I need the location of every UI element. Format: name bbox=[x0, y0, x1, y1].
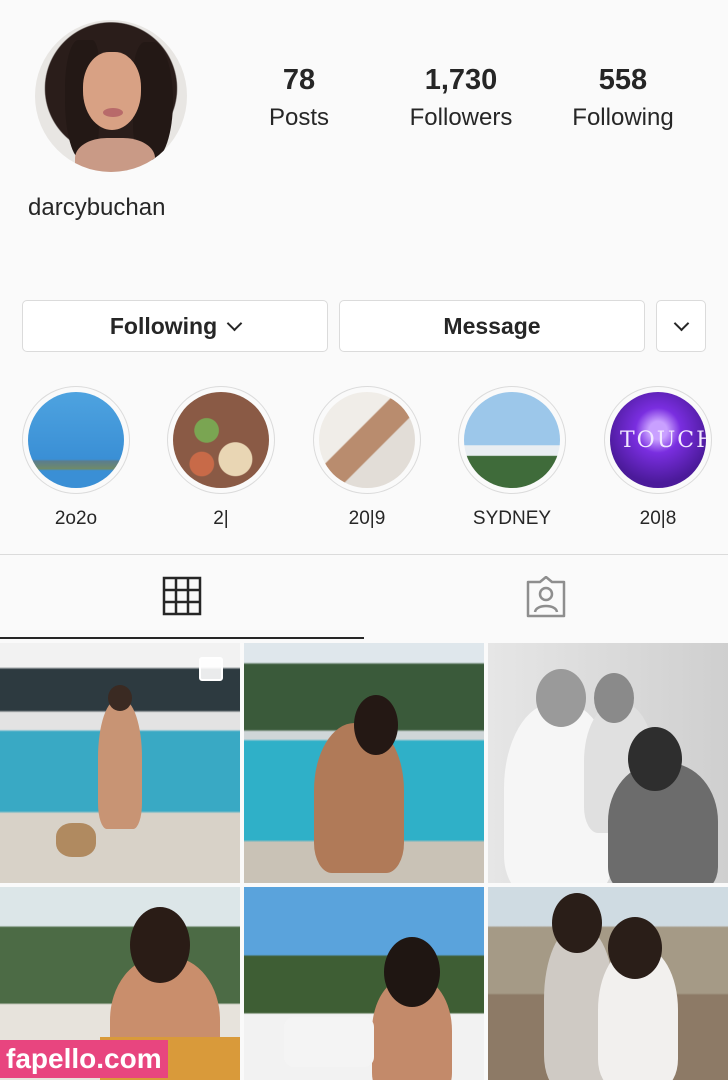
highlight-label: 2| bbox=[213, 508, 229, 529]
following-stat[interactable]: 558 Following bbox=[553, 62, 693, 138]
followers-stat[interactable]: 1,730 Followers bbox=[391, 62, 531, 138]
message-button[interactable]: Message bbox=[339, 300, 645, 352]
profile-username: darcybuchan bbox=[28, 194, 166, 221]
post-thumbnail[interactable] bbox=[488, 887, 728, 1080]
profile-tab-bar bbox=[0, 555, 728, 639]
following-count: 558 bbox=[598, 64, 648, 96]
dog bbox=[56, 823, 96, 857]
post-thumbnail[interactable] bbox=[488, 643, 728, 883]
suggested-accounts-button[interactable] bbox=[656, 300, 706, 352]
highlight-cover bbox=[610, 392, 706, 488]
tab-posts-grid[interactable] bbox=[0, 555, 364, 639]
highlight-cover bbox=[28, 392, 124, 488]
posts-stat[interactable]: 78 Posts bbox=[229, 62, 369, 138]
highlight-cover bbox=[319, 392, 415, 488]
message-button-label: Message bbox=[443, 312, 541, 339]
story-highlight[interactable]: 20|9 bbox=[311, 386, 423, 530]
watermark: fapello.com bbox=[0, 1040, 168, 1078]
post-thumbnail[interactable] bbox=[244, 887, 484, 1080]
profile-avatar[interactable] bbox=[35, 20, 187, 172]
highlight-cover bbox=[464, 392, 560, 488]
chevron-down-icon bbox=[226, 315, 243, 331]
followers-count: 1,730 bbox=[424, 64, 498, 96]
followers-label: Followers bbox=[409, 104, 513, 131]
following-button[interactable]: Following bbox=[22, 300, 328, 352]
grid-icon bbox=[162, 576, 202, 616]
posts-label: Posts bbox=[268, 104, 330, 131]
post-thumbnail[interactable] bbox=[244, 643, 484, 883]
post-thumbnail[interactable] bbox=[0, 643, 240, 883]
story-highlight[interactable]: 2| bbox=[165, 386, 277, 530]
following-label: Following bbox=[572, 104, 674, 131]
posts-grid bbox=[0, 643, 728, 1080]
multiple-photos-icon bbox=[199, 657, 223, 681]
story-highlight[interactable]: 20|8 bbox=[602, 386, 714, 530]
highlight-label: 20|8 bbox=[639, 508, 677, 529]
following-button-label: Following bbox=[109, 312, 218, 339]
highlight-cover bbox=[173, 392, 269, 488]
story-highlight[interactable]: 2o2o bbox=[20, 386, 132, 530]
chevron-down-icon bbox=[673, 315, 689, 331]
highlight-label: 2o2o bbox=[54, 508, 98, 529]
tab-tagged[interactable] bbox=[364, 555, 728, 639]
highlight-label: 20|9 bbox=[348, 508, 386, 529]
posts-count: 78 bbox=[282, 64, 316, 96]
tagged-user-icon bbox=[526, 576, 566, 618]
story-highlight[interactable]: SYDNEY bbox=[456, 386, 568, 530]
highlight-label: SYDNEY bbox=[472, 508, 552, 529]
